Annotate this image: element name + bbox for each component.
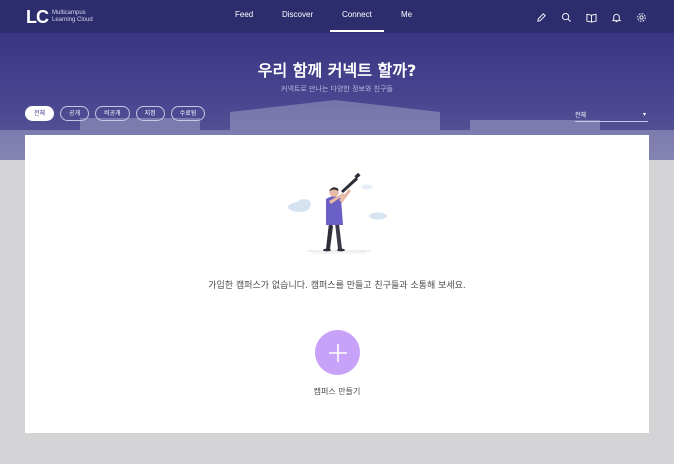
filter-assigned[interactable]: 지정	[135, 106, 165, 121]
nav-connect[interactable]: Connect	[330, 10, 384, 32]
logo-mark: LC	[26, 7, 49, 27]
book-icon[interactable]	[584, 10, 598, 24]
logo-line-1: Multicampus	[52, 10, 86, 16]
create-campus-label[interactable]: 캠퍼스 만들기	[25, 386, 649, 397]
filter-private[interactable]: 비공개	[95, 106, 130, 121]
filter-completed[interactable]: 수료됨	[170, 106, 206, 121]
search-icon[interactable]	[559, 10, 573, 24]
logo[interactable]: LC Multicampus Learning Cloud	[26, 8, 93, 26]
telescope-person-illustration	[288, 172, 387, 254]
create-campus-button[interactable]	[315, 330, 360, 375]
nav-discover[interactable]: Discover	[282, 10, 313, 19]
top-navigation: LC Multicampus Learning Cloud Feed Disco…	[0, 0, 674, 33]
gear-icon[interactable]	[634, 10, 648, 24]
plus-icon	[328, 343, 347, 362]
hero-title: 우리 함께 커넥트 할까?	[257, 61, 417, 80]
nav-feed[interactable]: Feed	[235, 10, 253, 19]
logo-line-2: Learning Cloud	[52, 17, 93, 23]
sort-select[interactable]: 전체 ▾	[575, 110, 648, 122]
logo-text: Multicampus Learning Cloud	[52, 10, 93, 24]
sort-select-value: 전체	[575, 112, 587, 119]
empty-state-message: 가입한 캠퍼스가 없습니다. 캠퍼스를 만들고 친구들과 소통해 보세요.	[208, 281, 466, 291]
bell-icon[interactable]	[609, 10, 623, 24]
filter-chips: 전체 공개 비공개 지정 수료됨	[25, 106, 206, 121]
filter-public[interactable]: 공개	[60, 106, 90, 121]
nav-me[interactable]: Me	[401, 10, 412, 19]
empty-state-card: 가입한 캠퍼스가 없습니다. 캠퍼스를 만들고 친구들과 소통해 보세요. 캠퍼…	[25, 135, 649, 433]
chevron-down-icon: ▾	[642, 111, 646, 118]
pencil-icon[interactable]	[534, 10, 548, 24]
hero-subtitle: 커넥트로 만나는 다양한 정보와 친구들	[281, 85, 393, 93]
nav-icon-bar	[534, 10, 648, 24]
filter-all[interactable]: 전체	[25, 106, 55, 121]
